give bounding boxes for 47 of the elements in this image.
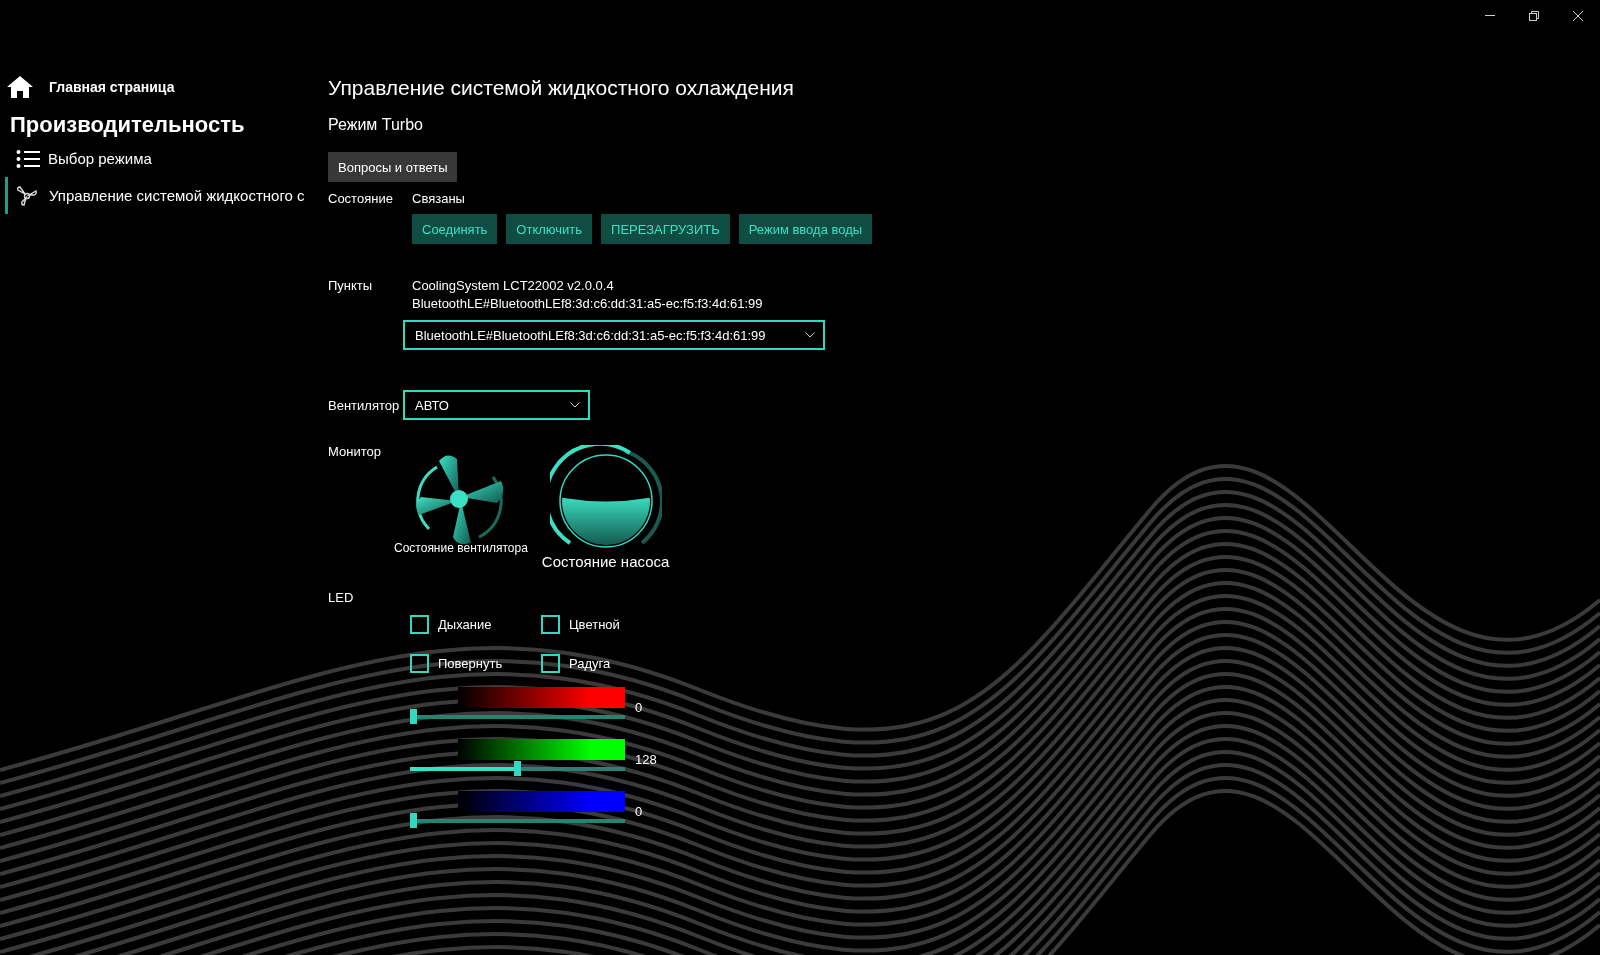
section-title: Производительность: [9, 112, 246, 139]
list-icon: [16, 149, 40, 168]
fan-mode-dropdown[interactable]: АВТО: [403, 390, 590, 420]
page-title: Управление системой жидкостного охлаждения: [328, 76, 795, 101]
sidebar-item[interactable]: Управление системой жидкостного с: [5, 177, 318, 214]
minimize-icon: [1485, 15, 1495, 17]
home-link[interactable]: Главная страница: [49, 79, 175, 95]
action-button[interactable]: ПЕРЕЗАГРУЗИТЬ: [601, 214, 730, 244]
fan-label: Вентилятор: [328, 397, 401, 413]
slider-thumb[interactable]: [514, 761, 522, 776]
slider-value: 128: [635, 752, 657, 767]
mode-subtitle: Режим Turbo: [328, 116, 424, 135]
slider-value: 0: [635, 804, 643, 819]
led-label: LED: [328, 590, 354, 605]
device-dropdown[interactable]: BluetoothLE#BluetoothLEf8:3d:c6:dd:31:a5-ec:f5:f3:4d:61:99: [403, 320, 825, 350]
checkbox[interactable]: [410, 654, 429, 673]
chevron-down-icon: [570, 402, 580, 408]
devices-label: Пункты: [328, 278, 374, 293]
slider-thumb[interactable]: [410, 709, 417, 724]
status-label: Состояние: [328, 191, 394, 206]
checkbox[interactable]: [541, 654, 560, 673]
home-icon[interactable]: [7, 76, 33, 98]
action-button[interactable]: Отключить: [506, 214, 593, 244]
slider-track[interactable]: [410, 709, 625, 724]
checkbox-label: Радуга: [569, 656, 611, 671]
action-button[interactable]: Режим ввода воды: [738, 214, 873, 244]
slider-track[interactable]: [410, 813, 625, 828]
chevron-down-icon: [805, 332, 815, 338]
restore-icon: [1529, 11, 1539, 21]
close-icon: [1573, 11, 1583, 21]
action-button[interactable]: Соединять: [412, 214, 498, 244]
fan-status-label: Состояние вентилятора: [394, 541, 528, 555]
status-value: Связаны: [412, 191, 465, 206]
checkbox-label: Дыхание: [438, 617, 492, 632]
monitor-label: Монитор: [328, 444, 381, 459]
sidebar-item[interactable]: Выбор режима: [5, 140, 318, 177]
slider-value: 0: [635, 700, 643, 715]
checkbox-label: Повернуть: [438, 656, 503, 671]
fan-icon: [16, 184, 38, 207]
checkbox[interactable]: [541, 615, 560, 634]
pump-status-label: Состояние насоса: [541, 553, 670, 570]
slider-thumb[interactable]: [410, 813, 417, 828]
checkbox-label: Цветной: [569, 617, 620, 632]
device-info: CoolingSystem LCT22002 v2.0.0.4: [412, 278, 615, 293]
checkbox[interactable]: [410, 615, 429, 634]
device-info: BluetoothLE#BluetoothLEf8:3d:c6:dd:31:a5-ec:f5:f3:4d:61:99: [412, 296, 763, 311]
faq-button[interactable]: Вопросы и ответы: [328, 152, 458, 182]
